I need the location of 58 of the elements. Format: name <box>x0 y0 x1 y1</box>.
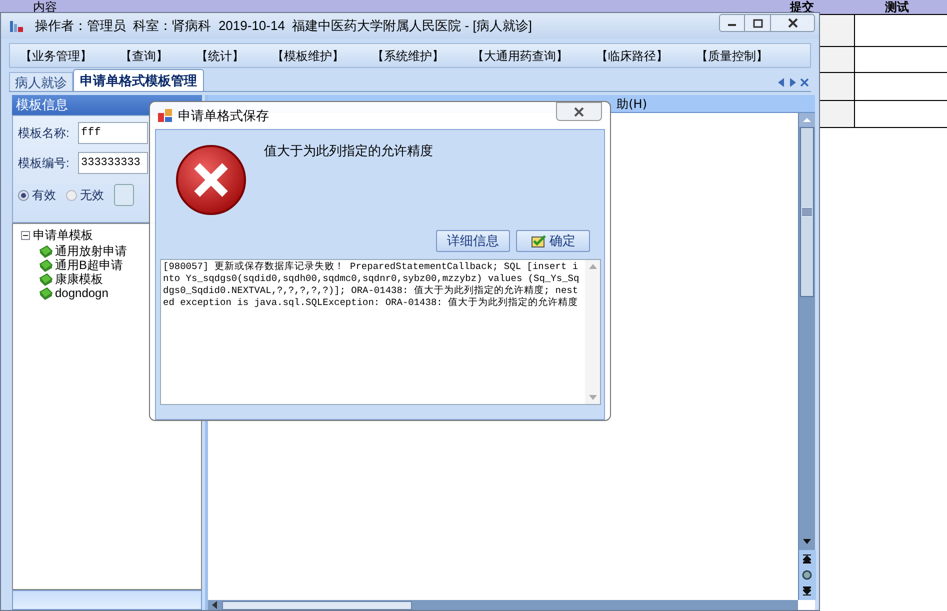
menu-text: 助(H) <box>616 96 647 112</box>
menu-item[interactable]: 【系统维护】 <box>368 46 448 64</box>
check-icon <box>530 234 546 248</box>
minimize-button[interactable] <box>719 14 745 32</box>
scroll-left-icon[interactable] <box>778 78 785 87</box>
close-icon[interactable] <box>800 78 809 87</box>
menu-item[interactable]: 【质量控制】 <box>692 46 772 64</box>
menu-item[interactable]: 【查询】 <box>116 46 172 64</box>
maximize-button[interactable] <box>745 14 771 32</box>
tree-item[interactable]: 申请单模板 <box>33 226 93 244</box>
scroll-right-icon[interactable] <box>789 78 796 87</box>
menu-item[interactable]: 【大通用药查询】 <box>468 46 572 64</box>
circle-icon[interactable] <box>802 570 812 580</box>
menu-item[interactable]: 【统计】 <box>192 46 248 64</box>
tab[interactable]: 申请单格式模板管理 <box>73 69 204 91</box>
collapse-icon[interactable] <box>21 230 30 240</box>
menu-item[interactable]: 【模板维护】 <box>268 46 348 64</box>
app-icon <box>9 18 25 34</box>
tab[interactable]: 病人就诊 <box>9 72 73 91</box>
book-icon <box>39 244 53 258</box>
ok-button[interactable]: 确定 <box>516 230 590 252</box>
book-icon <box>39 272 53 286</box>
close-button[interactable] <box>771 14 815 32</box>
table-cell <box>820 47 855 73</box>
menu-item[interactable]: 【临床路径】 <box>592 46 672 64</box>
input-field[interactable]: fff <box>78 122 148 144</box>
scroll-down-icon[interactable] <box>802 536 812 546</box>
maximize-icon <box>752 18 762 28</box>
input-field[interactable]: 333333333 <box>78 152 148 174</box>
radio-option[interactable]: 有效 <box>18 186 56 204</box>
window-title: 操作者：管理员 科室：肾病科 2019-10-14 福建中医药大学附属人民医院 - [病人就诊] <box>35 17 532 36</box>
dialog-icon <box>158 108 172 123</box>
horizontal-scrollbar[interactable] <box>208 600 798 610</box>
close-icon <box>573 106 585 116</box>
table-cell <box>820 73 855 101</box>
column-header: 测试 <box>885 0 909 15</box>
dialog-title: 申请单格式保存 <box>178 106 269 125</box>
radio-option[interactable]: 无效 <box>66 186 104 204</box>
book-icon <box>39 286 53 300</box>
book-icon <box>39 258 53 272</box>
next-page-icon[interactable] <box>803 586 811 596</box>
error-message: 值大于为此列指定的允许精度 <box>264 142 433 160</box>
panel-title: 模板信息 <box>16 96 68 114</box>
grip-icon <box>802 208 812 216</box>
error-icon <box>175 144 247 216</box>
field-label: 模板名称: <box>18 125 70 142</box>
scroll-thumb[interactable] <box>800 127 814 297</box>
menu-item[interactable]: 【业务管理】 <box>16 46 96 64</box>
error-details: [980057] 更新或保存数据库记录失败！ PreparedStatementCallback; SQL [insert into Ys_sqdgs0(sqdid0,sqdh00,sqdmc0,sqdnr0,sybz00,mzzybz) values (Sq_Ys_Sqdgs0_Sqdid0.NEXTVAL,?,?,?,?,?)]; ORA-01438: 值大于为此列指定的允许精度; nested exception is java.sql.SQLException: ORA-01438: 值大于为此列指定的允许精度 <box>162 260 580 310</box>
scroll-thumb[interactable] <box>222 600 412 610</box>
close-button[interactable] <box>556 102 602 121</box>
details-button[interactable]: 详细信息 <box>436 230 510 252</box>
previous-page-icon[interactable] <box>803 554 811 564</box>
column-header: 内容 <box>33 0 57 15</box>
field-label: 模板编号: <box>18 155 70 172</box>
vertical-scrollbar[interactable] <box>798 113 815 600</box>
table-cell <box>820 101 855 128</box>
close-icon <box>786 18 798 28</box>
